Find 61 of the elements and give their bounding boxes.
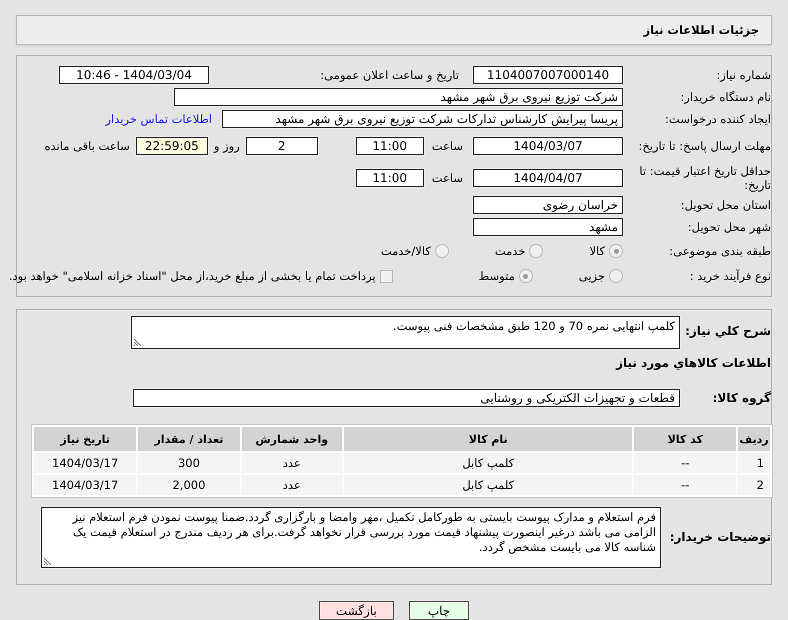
province-field: خراسان رضوی [473, 196, 623, 214]
field-label: مهلت ارسال پاسخ: تا تاریخ: [637, 139, 771, 153]
date-field: 1404/04/07 [473, 169, 623, 187]
announce-date-field: 1404/03/04 - 10:46 [59, 66, 209, 84]
table-cell: 1404/03/17 [34, 453, 136, 473]
buyer-org-field: شرکت توزیع نیروی برق شهر مشهد [174, 88, 623, 106]
table-cell: -- [634, 475, 736, 495]
table-cell: 2 [738, 475, 770, 495]
section-heading: اطلاعات کالاهاي مورد نياز [614, 356, 771, 370]
time-field: 11:00 [356, 137, 424, 155]
time-label: ساعت [432, 139, 463, 153]
field-label: حداقل تاریخ اعتبار قیمت: تا تاریخ: [638, 164, 771, 192]
days-field: 2 [246, 137, 318, 155]
radio-label: متوسط [478, 269, 515, 283]
page-title: جزئیات اطلاعات نیاز [16, 15, 772, 45]
back-button[interactable]: بازگشت [318, 601, 394, 620]
date-field: 1404/03/07 [473, 137, 623, 155]
table-cell: -- [634, 453, 736, 473]
field-label: ایجاد کننده درخواست: [664, 112, 771, 126]
column-header: کد کالا [634, 427, 736, 451]
goods-group-field: قطعات و تجهیزات الکتریکی و روشنایی [133, 389, 680, 407]
field-label: نام دستگاه خریدار: [679, 90, 771, 104]
table-cell: عدد [242, 475, 342, 495]
days-label: روز و [214, 139, 240, 153]
table-cell: 2,000 [138, 475, 240, 495]
table-cell: کلمپ کابل [344, 475, 632, 495]
remaining-time-field: 22:59:05 [136, 137, 208, 155]
table-cell: 1404/03/17 [34, 475, 136, 495]
time-field: 11:00 [356, 169, 424, 187]
radio-label: کالا [589, 244, 605, 258]
field-label: استان محل تحویل: [680, 198, 771, 212]
buyer-notes-textarea[interactable]: فرم استعلام و مدارک پیوست بایستی به طورکامل تکمیل ،مهر وامضا و بارگزاری گردد.ضمنا پیوست نمودن فرم استعلام نیز الزامی می باشد درغیر اینصورت پیشنهاد قیمت مورد بررسی قرار نخواهد گرفت.برای هر ردیف مندرج در استعلام قیمت یک شناسه کالا می بایست مشخص گردد. [41, 506, 661, 568]
field-label: شهر محل تحویل: [686, 220, 771, 234]
field-label: تاریخ و ساعت اعلان عمومی: [319, 68, 460, 82]
field-label: توضیحات خریدار: [668, 530, 771, 544]
column-header: واحد شمارش [242, 427, 342, 451]
column-header: رديف [738, 427, 770, 451]
remaining-label: ساعت باقی مانده [44, 139, 130, 153]
requester-field: پریسا پیرایش کارشناس تدارکات شرکت توزیع نیروی برق شهر مشهد [222, 110, 623, 128]
table-cell: کلمپ کابل [344, 453, 632, 473]
radio-label: خدمت [494, 244, 526, 258]
column-header: تعداد / مقدار [138, 427, 240, 451]
print-button[interactable]: چاپ [408, 601, 470, 620]
field-label: شرح کلي نياز: [686, 323, 771, 338]
field-label: نوع فرآیند خرید : [688, 269, 771, 283]
table-cell: عدد [242, 453, 342, 473]
city-field: مشهد [473, 218, 623, 236]
field-label: گروه کالا: [712, 391, 771, 405]
buyer-contact-link[interactable]: اطلاعات تماس خریدار [105, 112, 212, 126]
column-header: نام کالا [344, 427, 632, 451]
field-label: طبقه بندی موضوعی: [668, 244, 771, 258]
time-label: ساعت [432, 171, 463, 185]
checkbox-label: پرداخت تمام یا بخشی از مبلغ خرید،از محل "اسناد خزانه اسلامی" خواهد بود. [8, 269, 376, 283]
table-cell: 1 [738, 453, 770, 473]
need-number-field: 1104007007000140 [473, 66, 623, 84]
field-label: شماره نیاز: [715, 68, 771, 82]
table-cell: 300 [138, 453, 240, 473]
radio-label: کالا/خدمت [380, 244, 431, 258]
radio-label: جزیی [578, 269, 605, 283]
description-textarea[interactable]: کلمپ انتهایی نمره 70 و 120 طبق مشخصات فنی پیوست. [131, 316, 680, 349]
column-header: تاریخ نیاز [34, 427, 136, 451]
